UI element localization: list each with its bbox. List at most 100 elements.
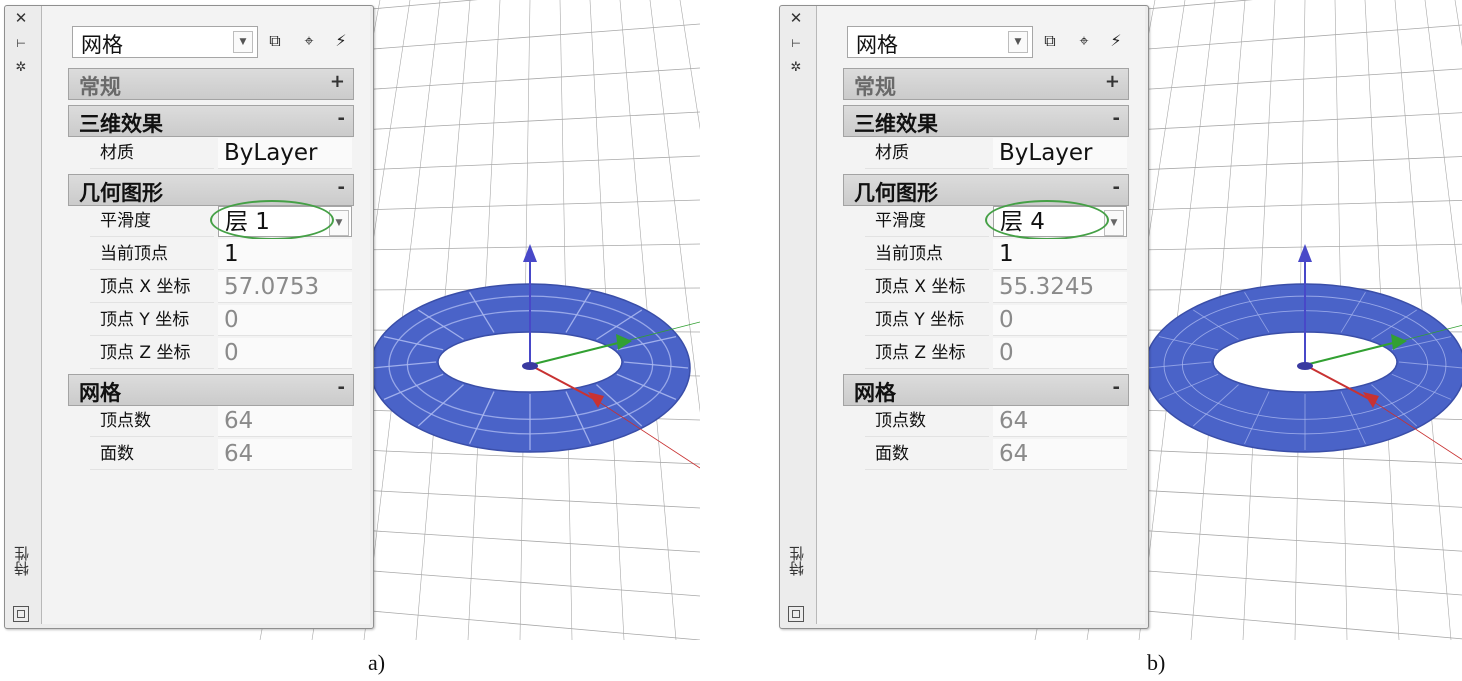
grid-line xyxy=(1134,68,1462,91)
highlight-ellipse xyxy=(210,200,334,240)
grid-line xyxy=(679,0,700,130)
panel-a: ✕ ⊢ ✲ 特性 网格 ▼ ⧉ ⌖ ⚡ 常规 + 三维效果 - 材质 ByLay… xyxy=(0,0,700,681)
grid-line xyxy=(359,23,700,51)
properties-palette: ✕ ⊢ ✲ 特性 网格 ▼ ⧉ ⌖ ⚡ 常规 + 三维效果 - 材质 ByLay… xyxy=(779,5,1149,629)
prop-row-smoothness[interactable]: 平滑度 层 4 ▼ xyxy=(865,200,1127,240)
prop-label: 顶点 Z 坐标 xyxy=(90,338,214,369)
prop-label: 顶点 X 坐标 xyxy=(865,272,989,303)
select-objects-icon[interactable]: ⌖ xyxy=(1073,30,1095,52)
palette-menu-icon[interactable] xyxy=(13,606,29,622)
section-3d-effects[interactable]: 三维效果 - xyxy=(843,105,1129,137)
prop-label: 当前顶点 xyxy=(865,239,989,270)
prop-label: 面数 xyxy=(90,439,214,470)
grid-line xyxy=(359,111,700,131)
prop-row-smoothness[interactable]: 平滑度 层 1 ▼ xyxy=(90,200,352,240)
prop-label: 材质 xyxy=(90,138,214,169)
section-geometry[interactable]: 几何图形 - xyxy=(68,174,354,206)
chevron-down-icon[interactable]: ▼ xyxy=(1008,31,1028,53)
properties-content: 网格 ▼ ⧉ ⌖ ⚡ 常规 + 三维效果 - 材质 ByLayer 几何图形 -… xyxy=(41,6,370,624)
prop-value: 64 xyxy=(993,406,1127,437)
quick-select-icon[interactable]: ⚡ xyxy=(330,30,352,52)
collapse-icon[interactable]: - xyxy=(1113,377,1120,398)
palette-title: 特性 xyxy=(13,546,31,576)
prop-row-vertex-x[interactable]: 顶点 X 坐标 57.0753 xyxy=(90,272,352,304)
grid-line xyxy=(1134,609,1462,640)
section-mesh[interactable]: 网格 - xyxy=(68,374,354,406)
grid-line xyxy=(359,529,700,553)
object-type-select[interactable]: 网格 ▼ xyxy=(847,26,1033,58)
section-title: 网格 xyxy=(79,381,121,405)
prop-value[interactable]: 1 xyxy=(218,239,352,270)
prop-value: 64 xyxy=(218,439,352,470)
autohide-icon[interactable]: ⊢ xyxy=(13,36,29,52)
grid-line xyxy=(1454,0,1462,47)
grid-line xyxy=(1134,112,1462,131)
prop-row-current-vertex[interactable]: 当前顶点 1 xyxy=(865,239,1127,271)
quick-select-icon[interactable]: ⚡ xyxy=(1105,30,1127,52)
palette-toolbar: 网格 ▼ ⧉ ⌖ ⚡ xyxy=(847,26,1137,58)
prop-label: 顶点数 xyxy=(90,406,214,437)
section-title: 网格 xyxy=(854,381,896,405)
collapse-icon[interactable]: - xyxy=(338,108,345,129)
expand-icon[interactable]: + xyxy=(1105,71,1120,92)
section-3d-effects[interactable]: 三维效果 - xyxy=(68,105,354,137)
collapse-icon[interactable]: - xyxy=(338,377,345,398)
pickadd-icon[interactable]: ⧉ xyxy=(1039,30,1061,52)
grid-line xyxy=(359,489,700,509)
prop-value[interactable]: 1 xyxy=(993,239,1127,270)
section-mesh[interactable]: 网格 - xyxy=(843,374,1129,406)
section-title: 常规 xyxy=(79,75,121,99)
prop-row-vertex-z[interactable]: 顶点 Z 坐标 0 xyxy=(90,338,352,370)
autohide-icon[interactable]: ⊢ xyxy=(788,36,804,52)
grid-line xyxy=(1134,24,1462,51)
section-geometry[interactable]: 几何图形 - xyxy=(843,174,1129,206)
grid-line xyxy=(1134,156,1462,171)
prop-value[interactable]: ByLayer xyxy=(218,138,352,169)
chevron-down-icon[interactable]: ▼ xyxy=(233,31,253,53)
collapse-icon[interactable]: - xyxy=(338,177,345,198)
section-general[interactable]: 常规 + xyxy=(68,68,354,100)
prop-value: 55.3245 xyxy=(993,272,1127,303)
grid-line xyxy=(359,155,700,171)
gizmo-origin[interactable] xyxy=(1297,362,1313,370)
expand-icon[interactable]: + xyxy=(330,71,345,92)
close-icon[interactable]: ✕ xyxy=(13,10,29,26)
prop-label: 顶点 Y 坐标 xyxy=(90,305,214,336)
section-title: 常规 xyxy=(854,75,896,99)
palette-menu-icon[interactable] xyxy=(788,606,804,622)
gizmo-origin[interactable] xyxy=(522,362,538,370)
object-type-select[interactable]: 网格 ▼ xyxy=(72,26,258,58)
prop-row-current-vertex[interactable]: 当前顶点 1 xyxy=(90,239,352,271)
section-general[interactable]: 常规 + xyxy=(843,68,1129,100)
grid-line xyxy=(1134,243,1462,251)
pickadd-icon[interactable]: ⧉ xyxy=(264,30,286,52)
prop-row-vertex-y[interactable]: 顶点 Y 坐标 0 xyxy=(90,305,352,337)
section-title: 几何图形 xyxy=(854,181,938,205)
settings-icon[interactable]: ✲ xyxy=(788,60,804,76)
prop-value[interactable]: ByLayer xyxy=(993,138,1127,169)
prop-value: 64 xyxy=(218,406,352,437)
prop-row-vertex-count[interactable]: 顶点数 64 xyxy=(865,406,1127,438)
prop-row-face-count[interactable]: 面数 64 xyxy=(865,439,1127,471)
prop-row-vertex-x[interactable]: 顶点 X 坐标 55.3245 xyxy=(865,272,1127,304)
close-icon[interactable]: ✕ xyxy=(788,10,804,26)
prop-row-vertex-count[interactable]: 顶点数 64 xyxy=(90,406,352,438)
prop-label: 材质 xyxy=(865,138,989,169)
grid-line xyxy=(1134,489,1462,508)
figure-caption-b: b) xyxy=(1147,650,1166,675)
collapse-icon[interactable]: - xyxy=(1113,177,1120,198)
section-title: 三维效果 xyxy=(79,112,163,136)
prop-value: 0 xyxy=(218,305,352,336)
grid-line xyxy=(1134,569,1462,596)
collapse-icon[interactable]: - xyxy=(1113,108,1120,129)
prop-value: 0 xyxy=(993,338,1127,369)
prop-value: 0 xyxy=(218,338,352,369)
prop-row-material[interactable]: 材质 ByLayer xyxy=(90,138,352,170)
prop-row-material[interactable]: 材质 ByLayer xyxy=(865,138,1127,170)
prop-value: 64 xyxy=(993,439,1127,470)
select-objects-icon[interactable]: ⌖ xyxy=(298,30,320,52)
prop-row-vertex-y[interactable]: 顶点 Y 坐标 0 xyxy=(865,305,1127,337)
prop-row-face-count[interactable]: 面数 64 xyxy=(90,439,352,471)
settings-icon[interactable]: ✲ xyxy=(13,60,29,76)
prop-row-vertex-z[interactable]: 顶点 Z 坐标 0 xyxy=(865,338,1127,370)
